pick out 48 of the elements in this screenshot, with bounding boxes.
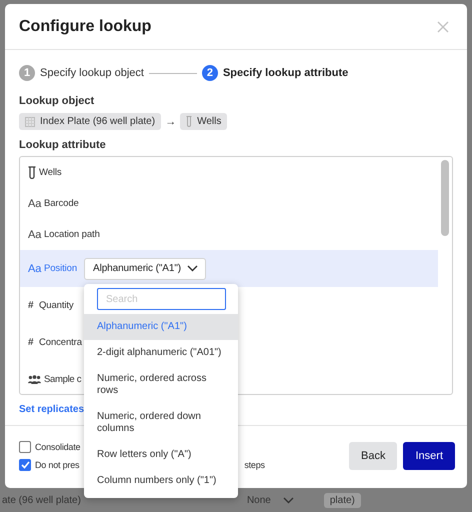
option-label: steps: [244, 460, 265, 470]
section-label: Lookup attribute: [19, 139, 107, 151]
object-chip: Wells: [180, 113, 228, 130]
attribute-item[interactable]: Sample c: [44, 374, 82, 385]
back-button[interactable]: Back: [349, 442, 398, 470]
format-option[interactable]: Alphanumeric ("A1"): [84, 314, 238, 340]
object-chip: Index Plate (96 well plate): [19, 113, 162, 130]
background-text: ate (96 well plate): [2, 494, 81, 506]
attribute-item[interactable]: Barcode: [44, 198, 79, 209]
attribute-item[interactable]: Position: [44, 263, 77, 274]
section-label: Lookup object: [19, 95, 96, 107]
step-label[interactable]: Specify lookup attribute: [222, 67, 348, 79]
attribute-item[interactable]: Concentra: [39, 337, 82, 348]
step-number: 1: [19, 65, 35, 81]
insert-button[interactable]: Insert: [403, 442, 455, 470]
option-label: Consolidate: [35, 442, 80, 452]
chevron-down-icon: [282, 496, 294, 504]
format-select[interactable]: Alphanumeric ("A1"): [84, 258, 206, 280]
text-type-icon: Aa: [28, 228, 41, 240]
step-label[interactable]: Specify lookup object: [40, 67, 144, 79]
tube-icon: [186, 116, 192, 127]
format-option[interactable]: Numeric, ordered down columns: [84, 404, 238, 442]
number-type-icon: #: [28, 300, 36, 311]
dialog-title: Configure lookup: [19, 18, 152, 36]
set-replicates-link[interactable]: Set replicates: [19, 404, 84, 415]
text-type-icon: Aa: [28, 262, 41, 274]
format-option[interactable]: Row letters only ("A"): [84, 442, 238, 468]
checkbox[interactable]: [19, 441, 31, 453]
search-field[interactable]: Search: [97, 288, 226, 310]
chevron-down-icon: [187, 265, 198, 272]
checkbox[interactable]: [19, 459, 31, 471]
tube-icon: [28, 166, 36, 179]
scrollbar-thumb[interactable]: [441, 160, 449, 236]
number-type-icon: #: [28, 337, 36, 348]
background-text: None: [246, 494, 271, 506]
people-icon: [28, 375, 41, 384]
plate-icon: [25, 116, 35, 126]
attribute-item[interactable]: Quantity: [39, 300, 74, 311]
arrow-separator: →: [165, 116, 176, 128]
attribute-item[interactable]: Location path: [44, 229, 100, 240]
format-option[interactable]: Column numbers only ("1"): [84, 468, 238, 494]
text-type-icon: Aa: [28, 198, 41, 210]
option-label: Do not pres: [35, 460, 80, 470]
attribute-item[interactable]: Wells: [39, 167, 62, 178]
format-option[interactable]: 2-digit alphanumeric ("A01"): [84, 340, 238, 366]
background-chip: plate): [324, 492, 361, 508]
step-number: 2: [202, 65, 218, 81]
format-option[interactable]: Numeric, ordered across rows: [84, 366, 238, 404]
